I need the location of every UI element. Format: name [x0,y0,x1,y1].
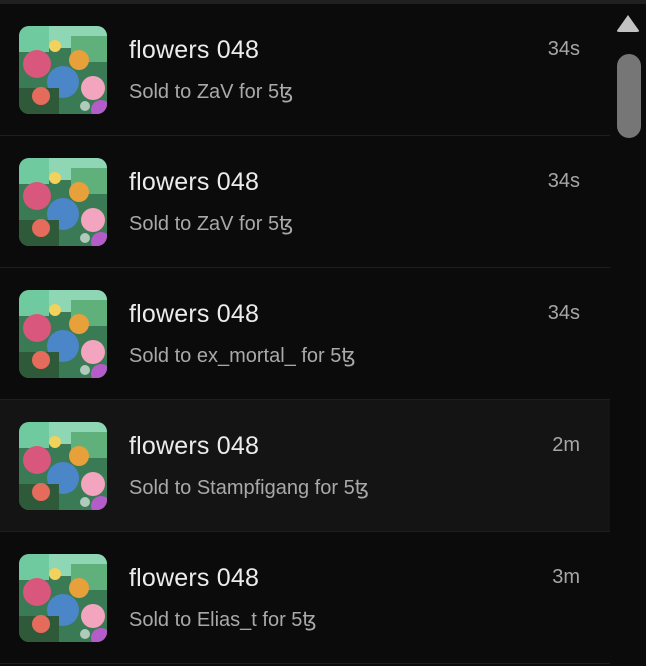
activity-row[interactable]: flowers 048 Sold to Elias_t for 5ꜩ 3m [0,532,610,664]
artwork-thumbnail[interactable] [19,158,107,246]
activity-row[interactable]: flowers 048 Sold to Stampfigang for 5ꜩ 2… [0,400,610,532]
activity-list: flowers 048 Sold to ZaV for 5ꜩ 34s flowe… [0,4,610,666]
activity-row[interactable]: flowers 048 Sold to ZaV for 5ꜩ 34s [0,136,610,268]
timestamp: 3m [552,566,580,588]
scrollbar-thumb[interactable] [617,54,641,138]
sale-detail: Sold to Elias_t for 5ꜩ [129,609,317,631]
vertical-scrollbar[interactable] [610,4,646,666]
activity-row[interactable]: flowers 048 Sold to ZaV for 5ꜩ 34s [0,4,610,136]
artwork-thumbnail[interactable] [19,290,107,378]
item-title[interactable]: flowers 048 [129,564,259,593]
timestamp: 34s [547,170,580,192]
item-title[interactable]: flowers 048 [129,432,259,461]
activity-feed-panel: flowers 048 Sold to ZaV for 5ꜩ 34s flowe… [0,0,646,666]
artwork-thumbnail[interactable] [19,554,107,642]
artwork-thumbnail[interactable] [19,26,107,114]
item-title[interactable]: flowers 048 [129,300,259,329]
triangle-up-icon[interactable] [616,15,640,32]
timestamp: 34s [547,38,580,60]
sale-detail: Sold to Stampfigang for 5ꜩ [129,477,369,499]
artwork-thumbnail[interactable] [19,422,107,510]
timestamp: 2m [552,434,580,456]
sale-detail: Sold to ZaV for 5ꜩ [129,81,294,103]
item-title[interactable]: flowers 048 [129,168,259,197]
sale-detail: Sold to ex_mortal_ for 5ꜩ [129,345,356,367]
timestamp: 34s [547,302,580,324]
sale-detail: Sold to ZaV for 5ꜩ [129,213,294,235]
item-title[interactable]: flowers 048 [129,36,259,65]
activity-row[interactable]: flowers 048 Sold to ex_mortal_ for 5ꜩ 34… [0,268,610,400]
